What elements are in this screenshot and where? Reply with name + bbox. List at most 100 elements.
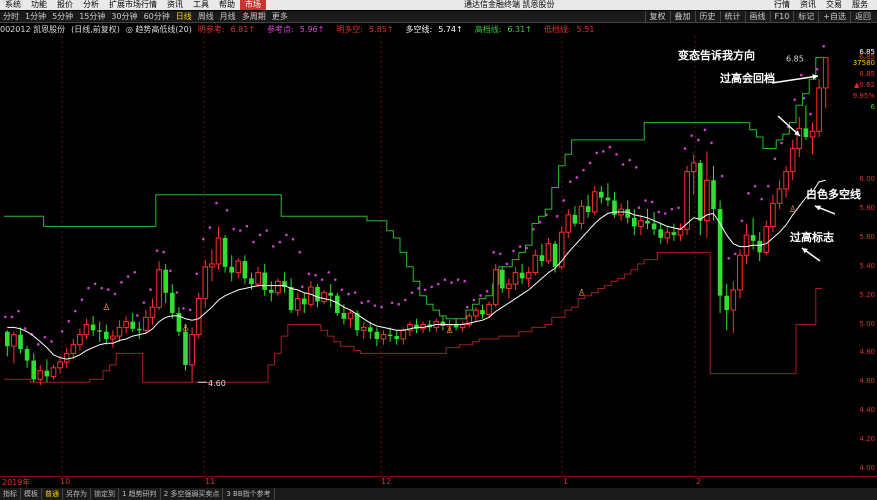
menu-help[interactable]: 帮助 (214, 0, 240, 10)
bottom-save-as[interactable]: 另存为 (63, 488, 91, 500)
tab-1min[interactable]: 1分钟 (22, 11, 49, 22)
menu-news-right[interactable]: 资讯 (795, 0, 821, 10)
menu-bar: 系统 功能 报价 分析 扩展市场行情 资讯 工具 帮助 市场 通达信金融终端 凯… (0, 0, 877, 10)
candle-body (473, 309, 479, 317)
restore-rights-button[interactable]: 复权 (644, 11, 670, 23)
menu-tools[interactable]: 工具 (188, 0, 214, 10)
candle-body (130, 321, 136, 329)
candlestick-chart[interactable]: ♙ ♙ ♙ ♙ ♙ 4.60 6.85 (0, 36, 835, 476)
reference-dot (182, 307, 185, 310)
add-watchlist-button[interactable]: +自选 (818, 11, 850, 23)
candle-body (394, 336, 400, 339)
reference-dot (650, 200, 654, 204)
reference-dot (265, 229, 269, 232)
candle-body (545, 243, 552, 262)
candle-body (195, 298, 202, 336)
reference-dot (272, 245, 275, 248)
reference-dot (703, 128, 707, 132)
candle-body (321, 292, 327, 302)
candle-body (163, 269, 169, 293)
menu-trade-right[interactable]: 交易 (821, 0, 847, 10)
menu-extended-market[interactable]: 扩展市场行情 (104, 0, 162, 10)
reference-dot (615, 153, 618, 156)
reference-dot (291, 237, 295, 241)
reference-dot (17, 309, 20, 313)
reference-dot (815, 68, 819, 71)
candle-body (486, 303, 492, 315)
tab-daily[interactable]: 日线 (173, 11, 195, 22)
back-button[interactable]: 返回 (850, 11, 875, 23)
stats-button[interactable]: 统计 (719, 11, 745, 23)
reference-dot (809, 112, 812, 116)
bottom-lock[interactable]: 锁定到 (91, 488, 119, 500)
menu-analysis[interactable]: 分析 (78, 0, 104, 10)
price-axis: 6.85 6.00 5.80 5.60 5.40 5.20 5.00 4.80 4.60 4.40… (835, 36, 877, 476)
bottom-bb-reference[interactable]: 3 BB指个参考 (223, 488, 275, 500)
indicator-name[interactable]: ◎ 趋势高低线(20) (126, 24, 192, 36)
reference-dot (697, 138, 700, 142)
bottom-template[interactable]: 模板 (21, 488, 42, 500)
price-tick-label: 5.20 (859, 290, 875, 299)
candle-body (156, 269, 162, 308)
candle-body (697, 162, 703, 221)
candle-body (625, 209, 631, 218)
reference-dot (780, 141, 783, 145)
tab-multi-period[interactable]: 多周期 (239, 11, 269, 22)
reference-dot (347, 292, 350, 296)
tab-intraday[interactable]: 分时 (0, 11, 22, 22)
candle-body (512, 272, 519, 285)
bottom-long-short[interactable]: 2 多空强弱买卖点 (161, 488, 224, 500)
candle-body (70, 344, 77, 354)
draw-line-button[interactable]: 画线 (744, 11, 770, 23)
legend-high-band: 高档线: 6.31↑ (474, 25, 532, 34)
candle-body (301, 298, 307, 305)
mark-button[interactable]: 标记 (793, 11, 818, 23)
reference-dot (545, 213, 548, 217)
reference-dot (485, 289, 489, 293)
reference-dot (142, 301, 146, 304)
tab-more[interactable]: 更多 (269, 11, 291, 22)
menu-quotes-right[interactable]: 行情 (769, 0, 795, 10)
tab-60min[interactable]: 60分钟 (141, 11, 173, 22)
reference-dot (608, 145, 612, 149)
bottom-indicator[interactable]: 指标 (0, 488, 21, 500)
candle-body (717, 209, 723, 296)
history-button[interactable]: 历史 (694, 11, 720, 23)
tab-15min[interactable]: 15分钟 (76, 11, 108, 22)
menu-news[interactable]: 资讯 (162, 0, 188, 10)
reference-dot (390, 301, 394, 305)
candle-body (242, 261, 248, 279)
tab-monthly[interactable]: 月线 (217, 11, 239, 22)
candle-body (189, 334, 195, 366)
tab-weekly[interactable]: 周线 (195, 11, 217, 22)
bottom-trend-analysis[interactable]: 1 趋势研判 (119, 488, 161, 500)
annotation-white-line: 白色多空线 (806, 188, 861, 201)
candle-body (229, 266, 235, 273)
tab-5min[interactable]: 5分钟 (49, 11, 76, 22)
reference-dot (80, 298, 84, 301)
reference-dot (793, 98, 796, 101)
reference-dot (126, 275, 130, 278)
menu-quote[interactable]: 报价 (52, 0, 78, 10)
bottom-normal[interactable]: 普通 (42, 488, 63, 500)
candle-body (347, 312, 354, 320)
overlay-button[interactable]: 叠加 (669, 11, 695, 23)
candle-body (525, 272, 532, 279)
candle-body (255, 272, 261, 285)
candle-body (374, 331, 380, 339)
tab-30min[interactable]: 30分钟 (108, 11, 140, 22)
candle-body (552, 243, 558, 267)
menu-function[interactable]: 功能 (26, 0, 52, 10)
reference-dot (657, 210, 660, 214)
reference-dot (800, 73, 803, 77)
menu-market[interactable]: 市场 (240, 0, 266, 10)
f10-button[interactable]: F10 (769, 11, 794, 23)
reference-dot (87, 286, 90, 290)
candle-body (539, 255, 545, 262)
reference-dot (239, 229, 242, 232)
high-flag-marker: ♙ (578, 289, 586, 299)
menu-system[interactable]: 系统 (0, 0, 26, 10)
menu-service-right[interactable]: 服务 (847, 0, 873, 10)
reference-dot (734, 252, 737, 256)
reference-dot (353, 291, 357, 294)
